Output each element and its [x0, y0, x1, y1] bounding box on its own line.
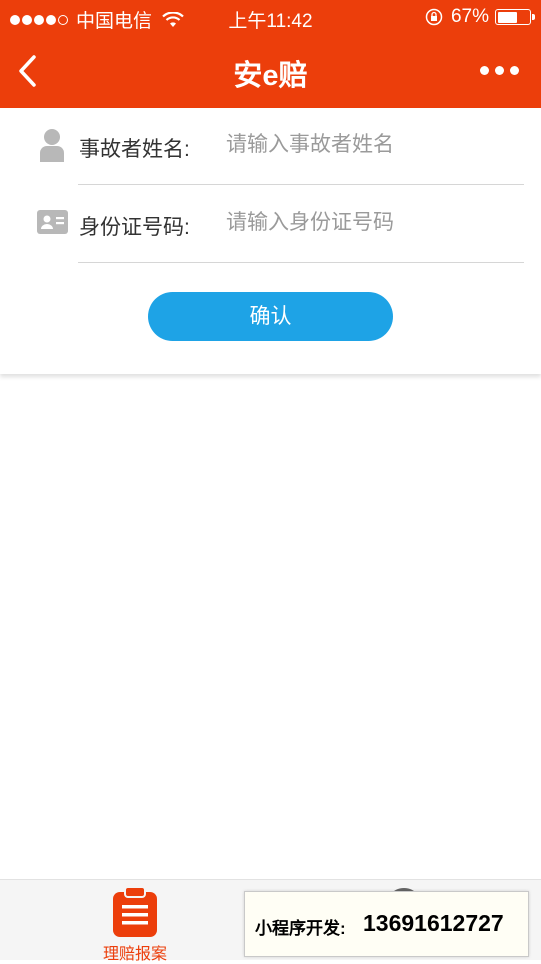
id-number-input[interactable]: [226, 206, 516, 240]
divider: [78, 184, 524, 185]
battery-percent: 67%: [450, 6, 489, 27]
page-title: 安e赔: [233, 60, 308, 92]
developer-contact-banner: 小程序开发: 13691612727: [244, 891, 529, 957]
rotation-lock-icon: [425, 8, 443, 26]
name-label: 事故者姓名:: [79, 138, 190, 161]
divider: [78, 262, 524, 263]
status-bar: 中国电信 上午11:42 67%: [0, 0, 541, 36]
id-label: 身份证号码:: [79, 216, 190, 239]
battery-icon: [495, 9, 535, 25]
claim-form: 事故者姓名: 身份证号码: 确认: [0, 108, 541, 374]
tab-claim-label: 理赔报案: [102, 946, 167, 963]
form-row-name: 事故者姓名:: [0, 108, 541, 185]
clipboard-icon: [113, 886, 157, 937]
header: 中国电信 上午11:42 67% 安e赔: [0, 0, 541, 108]
status-right: 67%: [425, 6, 535, 28]
battery-fill: [497, 11, 518, 23]
banner-phone: 13691612727: [363, 910, 504, 936]
tab-claim-report[interactable]: 理赔报案: [80, 880, 190, 963]
more-options-icon[interactable]: [474, 66, 519, 75]
user-icon: [40, 129, 64, 162]
nav-bar: 安e赔: [0, 36, 541, 108]
banner-label: 小程序开发:: [255, 919, 346, 938]
id-card-icon: [37, 210, 68, 234]
name-input[interactable]: [226, 128, 516, 162]
confirm-button[interactable]: 确认: [148, 292, 393, 341]
